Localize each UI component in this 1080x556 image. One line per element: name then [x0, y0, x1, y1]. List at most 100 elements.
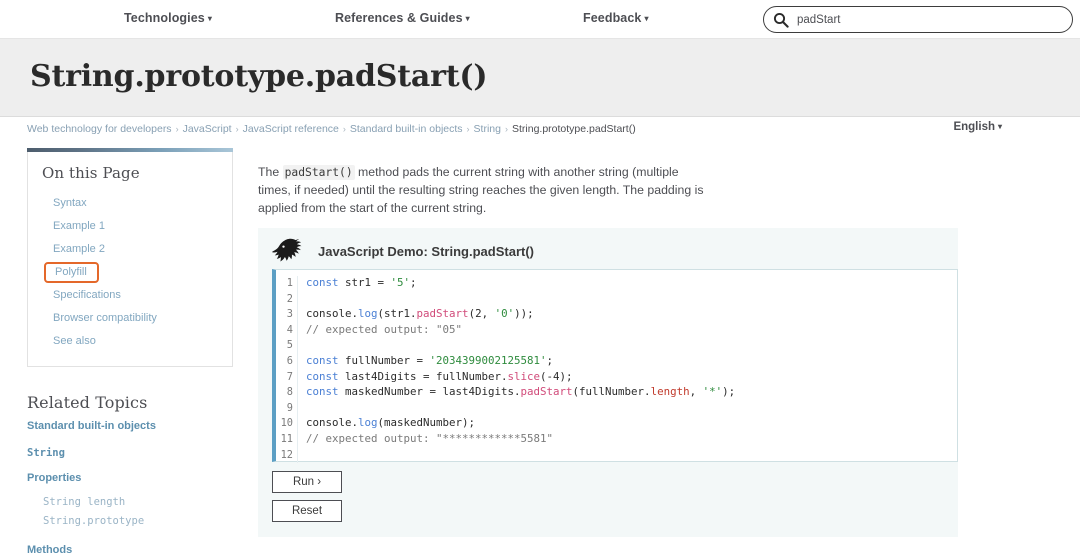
- nav-item-label: Technologies: [124, 11, 205, 25]
- line-number: 7: [276, 369, 298, 386]
- language-selector[interactable]: English ▾: [953, 121, 1002, 133]
- related-link-string-length[interactable]: String length: [27, 493, 233, 512]
- line-number: 3: [276, 307, 298, 323]
- toc-row: Syntax: [42, 191, 218, 214]
- line-text: const last4Digits = fullNumber.slice(-4)…: [306, 369, 573, 383]
- line-text: const str1 = '5';: [306, 276, 417, 289]
- top-navigation-bar: Technologies ▾ References & Guides ▾ Feedb…: [0, 0, 1080, 39]
- demo-title: JavaScript Demo: String.padStart(): [318, 243, 534, 259]
- line-number: 9: [276, 400, 298, 417]
- javascript-demo-panel: JavaScript Demo: String.padStart() 1 cons…: [258, 228, 958, 537]
- code-line: 1 const str1 = '5';: [276, 275, 957, 292]
- related-link-standard-builtin-objects[interactable]: Standard built-in objects: [27, 418, 233, 434]
- breadcrumb-item[interactable]: JavaScript: [183, 123, 232, 135]
- language-label: English: [953, 121, 995, 133]
- reset-button[interactable]: Reset: [272, 500, 342, 522]
- intro-paragraph: The padStart() method pads the current s…: [258, 164, 705, 217]
- related-link-string[interactable]: String: [27, 447, 233, 459]
- related-link-string-prototype[interactable]: String.prototype: [27, 512, 233, 531]
- on-this-page-box: On this Page Syntax Example 1 Example 2 Pol…: [27, 148, 233, 367]
- code-line: 11 // expected output: "************5581": [276, 431, 957, 448]
- code-content: 1 const str1 = '5'; 2 3 console.log(str1.pad…: [276, 270, 957, 464]
- nav-item-label: References & Guides: [335, 11, 463, 25]
- chevron-down-icon: ▾: [207, 14, 212, 23]
- nav-item-label: Feedback: [583, 11, 642, 25]
- code-line: 5: [276, 337, 957, 354]
- breadcrumb-separator-icon: ›: [175, 124, 179, 134]
- chevron-down-icon: ▾: [997, 122, 1002, 131]
- toc-item-syntax[interactable]: Syntax: [42, 197, 87, 209]
- code-line: 2: [276, 291, 957, 308]
- line-number: 1: [276, 276, 298, 292]
- nav-item-feedback[interactable]: Feedback ▾: [583, 11, 649, 25]
- line-number: 11: [276, 431, 298, 448]
- breadcrumb-item: String.prototype.padStart(): [511, 123, 636, 135]
- line-text: console.log(str1.padStart(2, '0'));: [306, 307, 534, 321]
- related-heading-properties[interactable]: Properties: [27, 472, 233, 484]
- line-text: const fullNumber = '2034399002125581';: [306, 353, 554, 367]
- code-editor[interactable]: 1 const str1 = '5'; 2 3 console.log(str1.pad…: [272, 269, 958, 464]
- toc-item-example-2[interactable]: Example 2: [42, 243, 105, 255]
- related-heading-methods[interactable]: Methods: [27, 544, 233, 556]
- breadcrumb-separator-icon: ›: [342, 124, 346, 134]
- search-input[interactable]: padStart: [763, 6, 1073, 33]
- code-line: 9: [276, 400, 957, 417]
- code-line: 3 console.log(str1.padStart(2, '0'));: [276, 306, 957, 323]
- code-line: 6 const fullNumber = '2034399002125581';: [276, 353, 957, 370]
- toc-item-polyfill[interactable]: Polyfill: [44, 262, 99, 283]
- toc-row: See also: [42, 329, 218, 352]
- toc-row: Specifications: [42, 283, 218, 306]
- nav-item-references-and-guides[interactable]: References & Guides ▾: [335, 11, 470, 25]
- line-text: // expected output: "05": [306, 322, 463, 336]
- toc-item-specifications[interactable]: Specifications: [42, 289, 121, 301]
- code-line: 4 // expected output: "05": [276, 322, 957, 339]
- code-line: 8 const maskedNumber = last4Digits.padSta…: [276, 384, 957, 401]
- toc-item-example-1[interactable]: Example 1: [42, 220, 105, 232]
- breadcrumb-item[interactable]: Standard built-in objects: [350, 123, 463, 135]
- breadcrumb-item[interactable]: Web technology for developers: [27, 123, 172, 135]
- search-icon: [773, 12, 789, 28]
- toc-row: Example 1: [42, 214, 218, 237]
- toc-item-browser-compatibility[interactable]: Browser compatibility: [42, 312, 157, 324]
- left-sidebar: On this Page Syntax Example 1 Example 2 Pol…: [27, 148, 233, 556]
- line-text: // expected output: "************5581": [306, 431, 554, 445]
- breadcrumb-separator-icon: ›: [235, 124, 239, 134]
- breadcrumb-separator-icon: ›: [466, 124, 470, 134]
- line-number: 8: [276, 385, 298, 401]
- on-this-page-title: On this Page: [42, 164, 140, 182]
- line-text: const maskedNumber = last4Digits.padStar…: [306, 385, 736, 399]
- line-number: 4: [276, 322, 298, 339]
- on-this-page-list: Syntax Example 1 Example 2 Polyfill Specific…: [42, 191, 218, 352]
- intro-text-before: The: [258, 165, 283, 179]
- line-number: 2: [276, 291, 298, 308]
- breadcrumb-separator-icon: ›: [504, 124, 508, 134]
- main-content: The padStart() method pads the current s…: [258, 152, 960, 217]
- code-line: 7 const last4Digits = fullNumber.slice(-4…: [276, 369, 957, 386]
- nav-item-technologies[interactable]: Technologies ▾: [124, 11, 212, 25]
- page-title: String.prototype.padStart(): [30, 59, 488, 94]
- related-topics-title: Related Topics: [27, 393, 148, 412]
- mdn-dino-icon: [272, 238, 302, 262]
- breadcrumb: Web technology for developers › JavaScript…: [27, 123, 636, 135]
- search-input-value: padStart: [797, 14, 841, 26]
- code-line: 10 console.log(maskedNumber);: [276, 415, 957, 432]
- breadcrumb-item[interactable]: String: [474, 123, 501, 135]
- toc-row: Browser compatibility: [42, 306, 218, 329]
- run-button[interactable]: Run ›: [272, 471, 342, 493]
- chevron-down-icon: ▾: [644, 14, 649, 23]
- toc-item-see-also[interactable]: See also: [42, 335, 96, 347]
- breadcrumb-item[interactable]: JavaScript reference: [243, 123, 339, 135]
- inline-code-padstart: padStart(): [282, 165, 355, 180]
- chevron-down-icon: ▾: [465, 14, 470, 23]
- toc-row: Polyfill: [42, 260, 218, 283]
- line-text: console.log(maskedNumber);: [306, 416, 476, 430]
- accent-bar: [27, 148, 233, 152]
- toc-row: Example 2: [42, 237, 218, 260]
- code-line: 12: [276, 447, 957, 464]
- line-number: 5: [276, 338, 298, 354]
- line-number: 10: [276, 416, 298, 432]
